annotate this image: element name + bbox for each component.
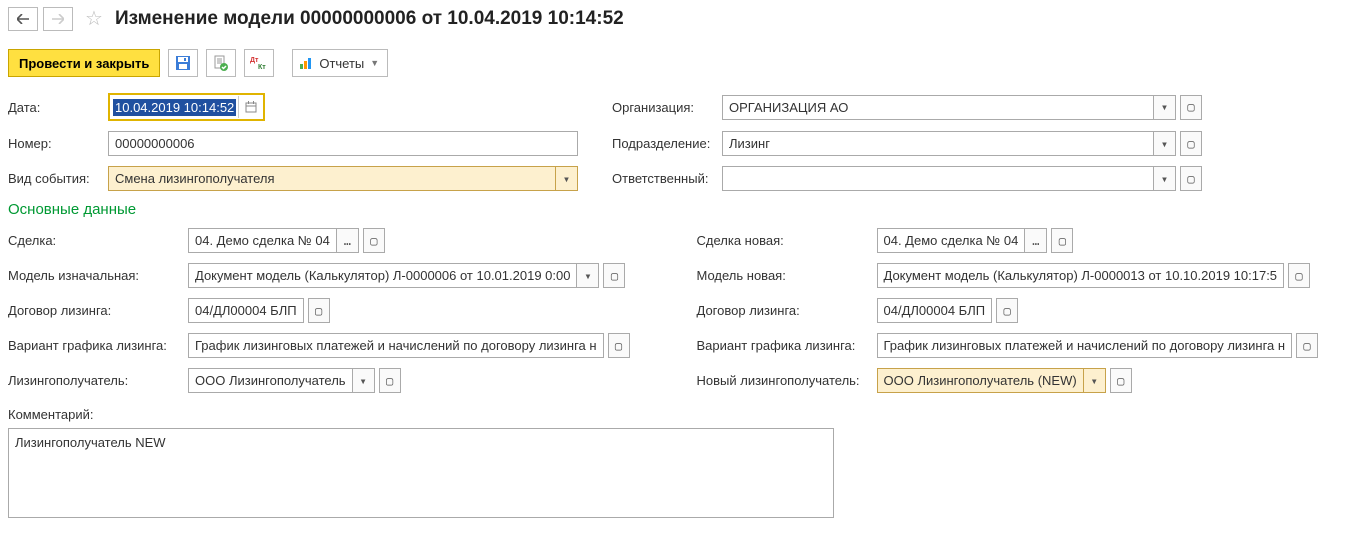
svg-text:Кт: Кт — [258, 64, 266, 70]
comment-textarea[interactable]: Лизингополучатель NEW — [8, 428, 834, 518]
dt-kt-icon: ДтКт — [250, 56, 268, 70]
lessee-new-dropdown[interactable]: ▾ — [1084, 368, 1106, 393]
dt-kt-button[interactable]: ДтКт — [244, 49, 274, 77]
page-title: Изменение модели 00000000006 от 10.04.20… — [115, 8, 624, 30]
variant-open[interactable]: ▢ — [608, 333, 630, 358]
resp-dropdown[interactable]: ▾ — [1154, 166, 1176, 191]
number-field[interactable]: 00000000006 — [108, 131, 578, 156]
number-label: Номер: — [8, 136, 108, 151]
deal-field[interactable]: 04. Демо сделка № 04 — [188, 228, 337, 253]
chart-icon — [299, 56, 313, 70]
post-and-close-button[interactable]: Провести и закрыть — [8, 49, 160, 77]
deal-new-label: Сделка новая: — [697, 233, 877, 248]
deal-label: Сделка: — [8, 233, 188, 248]
dept-open[interactable]: ▢ — [1180, 131, 1202, 156]
contract-new-label: Договор лизинга: — [697, 303, 877, 318]
save-button[interactable] — [168, 49, 198, 77]
variant-new-open[interactable]: ▢ — [1296, 333, 1318, 358]
lessee-open[interactable]: ▢ — [379, 368, 401, 393]
event-label: Вид события: — [8, 171, 108, 186]
org-field[interactable]: ОРГАНИЗАЦИЯ АО — [722, 95, 1154, 120]
chevron-down-icon: ▼ — [370, 58, 379, 68]
contract-label: Договор лизинга: — [8, 303, 188, 318]
nav-back-button[interactable] — [8, 7, 38, 31]
contract-new-field[interactable]: 04/ДЛ00004 БЛП — [877, 298, 993, 323]
date-field[interactable]: 10.04.2019 10:14:52 — [108, 93, 265, 121]
deal-new-select[interactable]: … — [1025, 228, 1047, 253]
resp-field[interactable] — [722, 166, 1154, 191]
date-value: 10.04.2019 10:14:52 — [113, 99, 236, 116]
variant-new-field[interactable]: График лизинговых платежей и начислений … — [877, 333, 1293, 358]
reports-dropdown[interactable]: Отчеты ▼ — [292, 49, 388, 77]
contract-field[interactable]: 04/ДЛ00004 БЛП — [188, 298, 304, 323]
arrow-right-icon — [52, 14, 64, 24]
deal-new-field[interactable]: 04. Демо сделка № 04 — [877, 228, 1026, 253]
save-icon — [175, 55, 191, 71]
contract-new-open[interactable]: ▢ — [996, 298, 1018, 323]
reports-label: Отчеты — [319, 56, 364, 71]
section-title: Основные данные — [8, 201, 1359, 218]
favorite-star-icon[interactable]: ☆ — [85, 6, 103, 31]
org-label: Организация: — [612, 100, 722, 115]
model-orig-label: Модель изначальная: — [8, 268, 188, 283]
dept-label: Подразделение: — [612, 136, 722, 151]
model-orig-open[interactable]: ▢ — [603, 263, 625, 288]
post-button[interactable] — [206, 49, 236, 77]
lessee-new-label: Новый лизингополучатель: — [697, 373, 877, 388]
dept-dropdown[interactable]: ▾ — [1154, 131, 1176, 156]
lessee-new-field[interactable]: ООО Лизингополучатель (NEW) — [877, 368, 1084, 393]
model-orig-field[interactable]: Документ модель (Калькулятор) Л-0000006 … — [188, 263, 577, 288]
model-new-open[interactable]: ▢ — [1288, 263, 1310, 288]
model-new-field[interactable]: Документ модель (Калькулятор) Л-0000013 … — [877, 263, 1285, 288]
deal-select[interactable]: … — [337, 228, 359, 253]
variant-field[interactable]: График лизинговых платежей и начислений … — [188, 333, 604, 358]
calendar-icon — [245, 101, 257, 113]
model-orig-dropdown[interactable]: ▾ — [577, 263, 599, 288]
deal-new-open[interactable]: ▢ — [1051, 228, 1073, 253]
calendar-button[interactable] — [238, 96, 262, 118]
deal-open[interactable]: ▢ — [363, 228, 385, 253]
arrow-left-icon — [17, 14, 29, 24]
nav-forward-button[interactable] — [43, 7, 73, 31]
dept-field[interactable]: Лизинг — [722, 131, 1154, 156]
svg-text:Дт: Дт — [250, 57, 259, 64]
resp-label: Ответственный: — [612, 171, 722, 186]
model-new-label: Модель новая: — [697, 268, 877, 283]
org-open[interactable]: ▢ — [1180, 95, 1202, 120]
comment-label: Комментарий: — [8, 407, 1359, 422]
lessee-label: Лизингополучатель: — [8, 373, 188, 388]
resp-open[interactable]: ▢ — [1180, 166, 1202, 191]
variant-label: Вариант графика лизинга: — [8, 338, 188, 353]
date-label: Дата: — [8, 100, 108, 115]
lessee-field[interactable]: ООО Лизингополучатель — [188, 368, 353, 393]
document-check-icon — [213, 55, 229, 71]
lessee-dropdown[interactable]: ▾ — [353, 368, 375, 393]
variant-new-label: Вариант графика лизинга: — [697, 338, 877, 353]
lessee-new-open[interactable]: ▢ — [1110, 368, 1132, 393]
contract-open[interactable]: ▢ — [308, 298, 330, 323]
event-field[interactable]: Смена лизингополучателя — [108, 166, 556, 191]
org-dropdown[interactable]: ▾ — [1154, 95, 1176, 120]
event-dropdown[interactable]: ▾ — [556, 166, 578, 191]
